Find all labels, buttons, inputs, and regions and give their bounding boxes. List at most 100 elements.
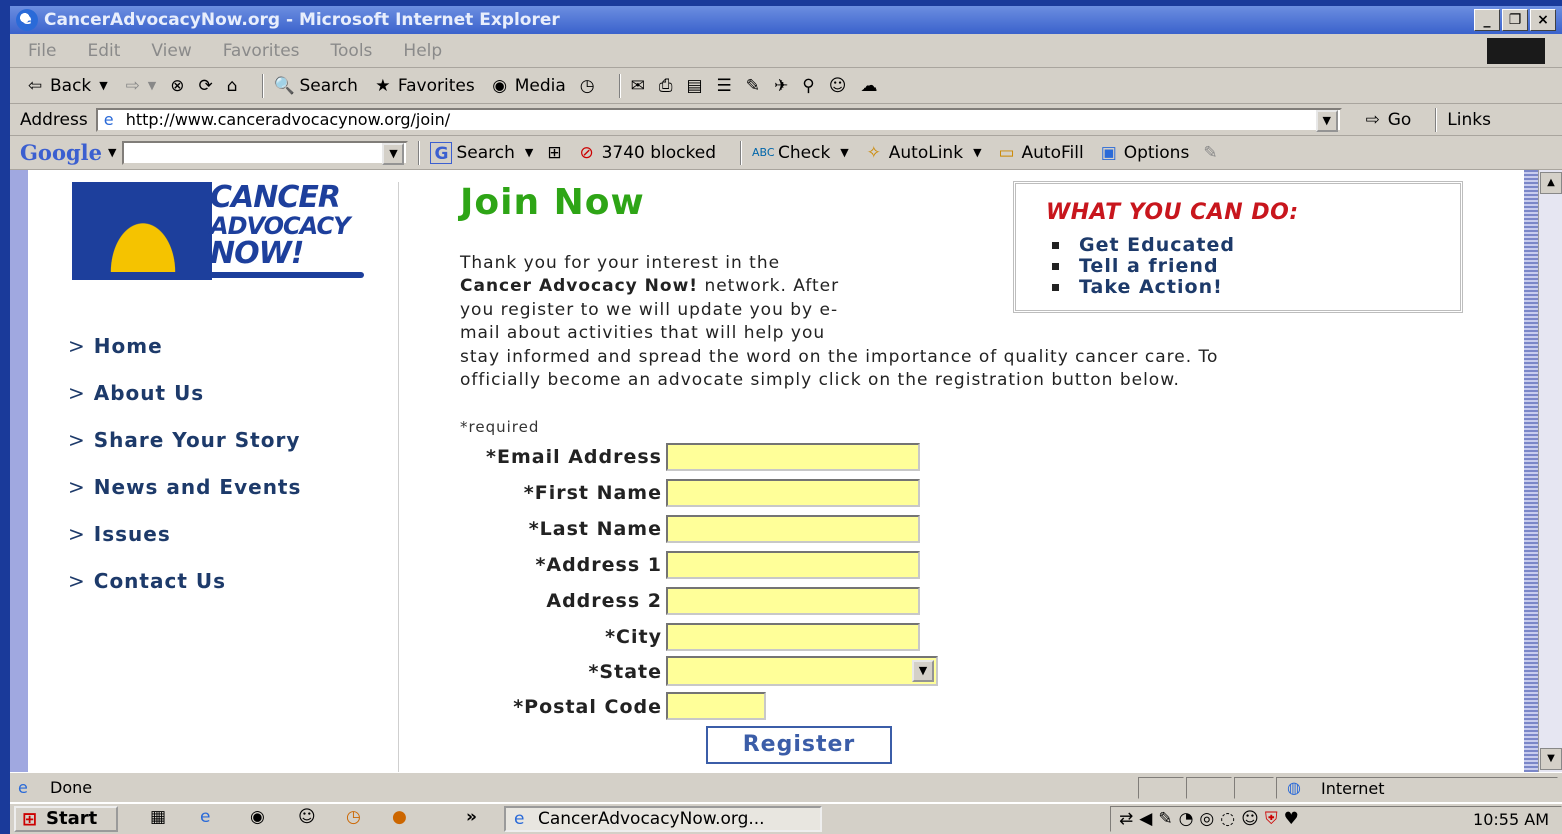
address-input[interactable]: e http://www.canceradvocacynow.org/join/… [95, 107, 1342, 132]
google-logo[interactable]: Google [20, 140, 102, 165]
last-name-field[interactable] [666, 515, 920, 543]
spyware-icon[interactable]: ✈ [774, 76, 788, 96]
tray-app-icon[interactable]: ◔ [1179, 809, 1194, 829]
check-label: Check [778, 142, 831, 163]
city-field[interactable] [666, 623, 920, 651]
address1-label: *Address 1 [535, 554, 662, 576]
mail-icon[interactable]: ✉ [631, 76, 645, 96]
scroll-down-icon[interactable]: ▼ [1540, 748, 1562, 770]
google-search-input[interactable]: ▼ [122, 140, 409, 165]
home-icon[interactable]: ⌂ [227, 76, 238, 96]
media-button[interactable]: ◉ Media [489, 75, 566, 97]
close-button[interactable]: × [1530, 9, 1556, 31]
restore-button[interactable]: ❐ [1502, 9, 1528, 31]
messenger-icon[interactable]: ☺ [829, 76, 847, 96]
capitol-dome-icon [102, 210, 184, 272]
nav-item-about-us[interactable]: > About Us [68, 381, 204, 405]
discuss-icon[interactable]: ☰ [717, 76, 732, 96]
minimize-button[interactable]: _ [1474, 9, 1500, 31]
vertical-scrollbar[interactable]: ▲ ▼ [1524, 170, 1562, 772]
what-item-get-educated[interactable]: Get Educated [1052, 234, 1235, 256]
clock-app-icon[interactable]: ◷ [346, 807, 361, 827]
cancer-advocacy-now-logo[interactable]: CANCER ADVOCACY NOW! [72, 182, 364, 282]
postal-code-field[interactable] [666, 692, 766, 720]
spell-check-button[interactable]: ABC Check ▼ [752, 142, 849, 164]
bullet-icon [1052, 263, 1059, 270]
nav-item-share-your-story[interactable]: > Share Your Story [68, 428, 300, 452]
clock[interactable]: 10:55 AM [1473, 810, 1549, 829]
taskbar-item-ie[interactable]: e CancerAdvocacyNow.org... [504, 806, 822, 832]
first-name-field[interactable] [666, 479, 920, 507]
favorites-button[interactable]: ★ Favorites [372, 75, 474, 97]
what-item-tell-a-friend[interactable]: Tell a friend [1052, 255, 1219, 277]
system-tray: ⇄ ◀ ✎ ◔ ◎ ◌ ☺ ⛨ ♥ 10:55 AM [1110, 806, 1562, 832]
autofill-button[interactable]: ▭ AutoFill [996, 142, 1084, 164]
address2-field[interactable] [666, 587, 920, 615]
email-field[interactable] [666, 443, 920, 471]
menu-edit[interactable]: Edit [87, 41, 120, 61]
stop-icon[interactable]: ⊗ [170, 76, 184, 96]
google-search-button[interactable]: G Search ▼ [430, 141, 533, 164]
popup-blocker-button[interactable]: ⊘ 3740 blocked [576, 142, 716, 164]
tray-app-icon[interactable]: ✎ [1158, 809, 1172, 829]
state-select[interactable]: ▼ [666, 656, 938, 686]
nav-item-news-and-events[interactable]: > News and Events [68, 475, 301, 499]
refresh-icon[interactable]: ⟳ [198, 76, 212, 96]
back-button[interactable]: ⇦ Back ▼ [24, 75, 108, 97]
chevron-down-icon[interactable]: ▼ [525, 146, 533, 159]
menu-tools[interactable]: Tools [331, 41, 373, 61]
go-button[interactable]: ⇨ Go [1362, 109, 1412, 131]
menu-view[interactable]: View [151, 41, 191, 61]
address-dropdown-icon[interactable]: ▼ [1315, 109, 1338, 132]
register-button[interactable]: Register [706, 726, 892, 764]
scroll-up-icon[interactable]: ▲ [1540, 172, 1562, 194]
nav-item-issues[interactable]: > Issues [68, 522, 171, 546]
pencil-icon[interactable]: ✎ [1203, 143, 1217, 163]
messenger-quicklaunch-icon[interactable]: ☺ [298, 807, 316, 827]
logo-swoosh [72, 272, 364, 278]
edit-icon[interactable]: ▤ [686, 76, 702, 96]
chevron-down-icon[interactable]: ▼ [108, 146, 116, 159]
volume-icon[interactable]: ◀ [1139, 809, 1152, 829]
options-button[interactable]: ▣ Options [1098, 142, 1190, 164]
scrollbar-thumb[interactable] [1538, 170, 1562, 772]
search-icon: 🔍 [273, 75, 296, 96]
history-icon[interactable]: ◷ [580, 76, 595, 96]
address1-field[interactable] [666, 551, 920, 579]
media-label: Media [514, 75, 566, 96]
tray-app-icon[interactable]: ♥ [1284, 809, 1299, 829]
menu-file[interactable]: File [28, 41, 56, 61]
forward-button[interactable]: ⇨ ▼ [122, 75, 157, 97]
show-desktop-icon[interactable]: ▦ [150, 807, 166, 827]
research-icon[interactable]: ⚲ [802, 76, 814, 96]
ie-quicklaunch-icon[interactable]: e [200, 807, 210, 827]
chevron-down-icon[interactable]: ▼ [99, 79, 107, 92]
nav-item-home[interactable]: > Home [68, 334, 163, 358]
autolink-button[interactable]: ✧ AutoLink ▼ [863, 142, 982, 164]
window-title-bar[interactable]: e CancerAdvocacyNow.org - Microsoft Inte… [10, 6, 1562, 34]
menu-help[interactable]: Help [403, 41, 442, 61]
chevron-down-icon[interactable]: ▼ [973, 146, 981, 159]
chevron-down-icon[interactable]: ▼ [840, 146, 848, 159]
start-button[interactable]: ⊞ Start [14, 806, 118, 832]
what-item-take-action[interactable]: Take Action! [1052, 276, 1223, 298]
media-player-icon[interactable]: ◉ [250, 807, 265, 827]
chevron-down-icon[interactable]: ▼ [148, 79, 156, 92]
nav-item-contact-us[interactable]: > Contact Us [68, 569, 226, 593]
menu-favorites[interactable]: Favorites [223, 41, 300, 61]
news-icon[interactable]: ⊞ [547, 143, 561, 163]
chevron-right-icon[interactable]: » [466, 807, 477, 827]
messenger-tray-icon[interactable]: ☺ [1241, 809, 1259, 829]
firefox-icon[interactable]: ● [392, 807, 407, 827]
chevron-down-icon[interactable]: ▼ [912, 660, 934, 682]
network-icon[interactable]: ⇄ [1119, 809, 1133, 829]
google-dropdown-icon[interactable]: ▼ [382, 142, 405, 165]
print-icon[interactable]: ⎙ [659, 76, 673, 96]
links-button[interactable]: Links [1447, 110, 1491, 130]
tray-app-icon[interactable]: ◎ [1199, 809, 1214, 829]
highlight-icon[interactable]: ✎ [746, 76, 760, 96]
search-button[interactable]: 🔍 Search [274, 75, 358, 97]
antivirus-icon[interactable]: ⛨ [1265, 809, 1278, 829]
chat-icon[interactable]: ☁ [860, 76, 877, 96]
tray-app-icon[interactable]: ◌ [1220, 809, 1235, 829]
